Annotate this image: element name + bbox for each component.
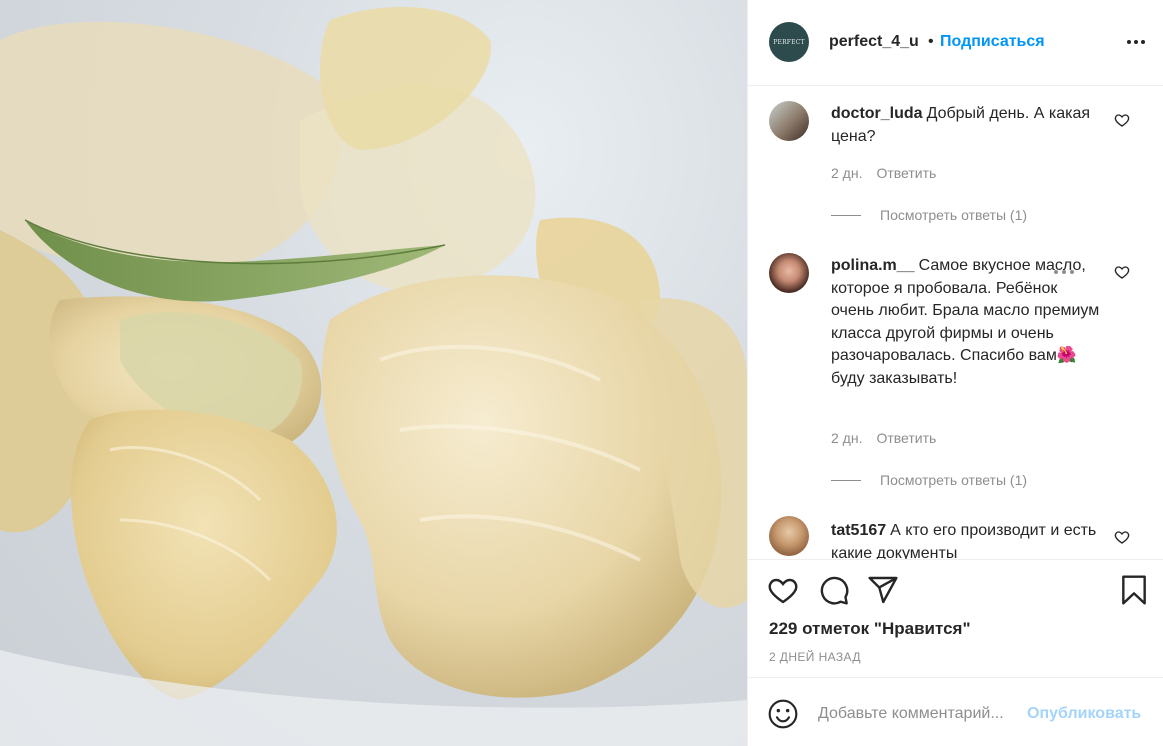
post-header: PERFECT perfect_4_u • Подписаться [748,0,1163,86]
replies-divider [831,479,861,481]
publish-button[interactable]: Опубликовать [1027,705,1141,723]
comments-list[interactable]: doctor_luda Добрый день. А какая цена? 2 … [748,87,1163,559]
comment-time: 2 дн. [831,165,863,181]
bookmark-icon[interactable] [1118,574,1150,606]
author-avatar-text: PERFECT [773,38,805,46]
likes-count[interactable]: 229 отметок "Нравится" [769,619,971,639]
separator-dot: • [928,33,934,50]
post-time: 2 ДНЕЙ НАЗАД [769,650,861,664]
commenter-avatar[interactable] [769,101,809,141]
replies-divider [831,214,861,216]
comment-icon[interactable] [818,574,850,606]
comment-body: doctor_luda Добрый день. А какая цена? [831,103,1101,148]
author-username[interactable]: perfect_4_u [829,33,919,51]
share-icon[interactable] [867,574,899,606]
comment-username[interactable]: doctor_luda [831,105,923,122]
comment-time: 2 дн. [831,430,863,446]
post-photo[interactable] [0,0,747,746]
view-replies-button[interactable]: Посмотреть ответы (1) [831,207,1027,223]
comment-meta: 2 дн. Ответить [831,165,936,181]
add-comment-bar: Опубликовать [748,677,1163,746]
heart-icon[interactable] [767,574,799,606]
post-actions: 229 отметок "Нравится" 2 ДНЕЙ НАЗАД [748,559,1163,677]
comment-username[interactable]: polina.m__ [831,257,915,274]
comment-username[interactable]: tat5167 [831,522,886,539]
comment-heart-icon[interactable] [1114,529,1130,545]
reply-button[interactable]: Ответить [876,165,936,181]
follow-button[interactable]: Подписаться [940,33,1045,51]
post-side-panel: PERFECT perfect_4_u • Подписаться doctor… [747,0,1163,746]
comment-options-icon[interactable] [1052,266,1076,278]
comment-heart-icon[interactable] [1114,112,1130,128]
view-replies-label: Посмотреть ответы (1) [880,207,1028,223]
reply-button[interactable]: Ответить [876,430,936,446]
cocoa-butter-image [0,6,747,746]
commenter-avatar[interactable] [769,253,809,293]
comment-meta: 2 дн. Ответить [831,430,936,446]
author-avatar[interactable]: PERFECT [769,22,809,62]
more-icon[interactable] [1124,30,1148,54]
comment-input[interactable] [818,702,1023,726]
commenter-avatar[interactable] [769,516,809,556]
comment-body: tat5167 А кто его производит и есть какие… [831,520,1101,559]
comment-heart-icon[interactable] [1114,264,1130,280]
view-replies-label: Посмотреть ответы (1) [880,472,1028,488]
emoji-icon[interactable] [767,698,799,730]
view-replies-button[interactable]: Посмотреть ответы (1) [831,472,1027,488]
